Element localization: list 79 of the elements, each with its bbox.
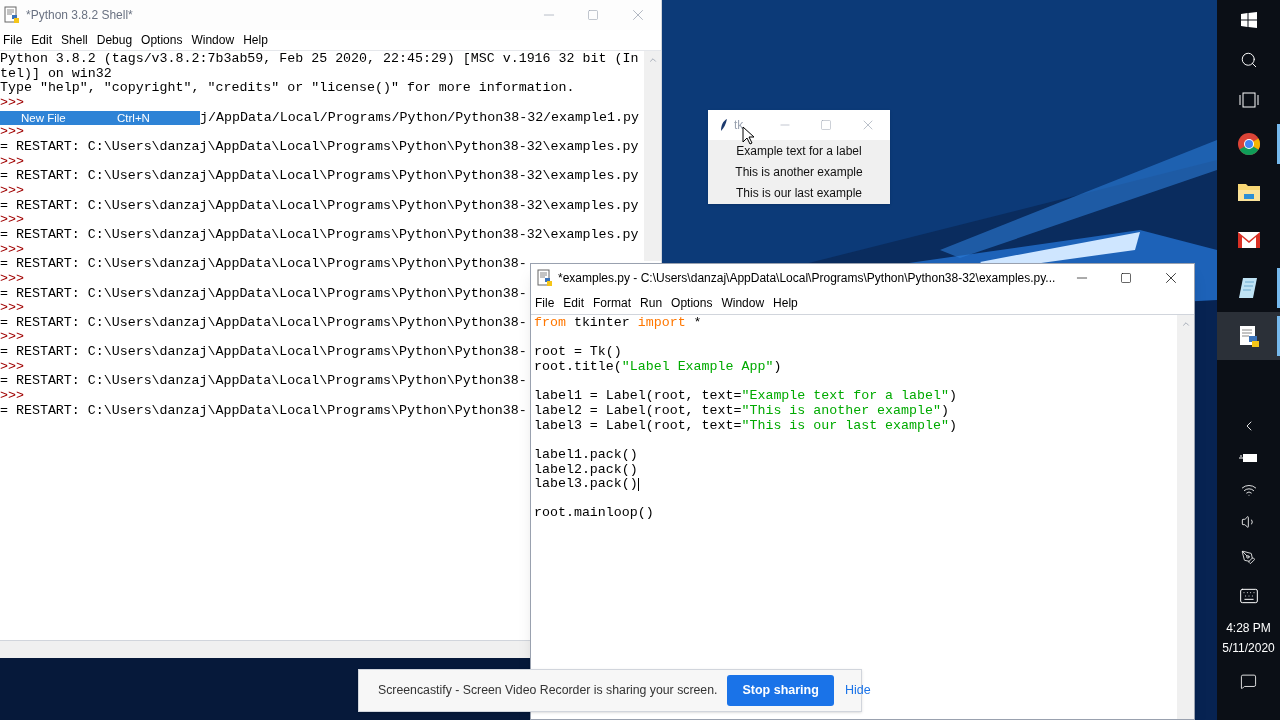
stop-sharing-button[interactable]: Stop sharing xyxy=(727,675,834,706)
output-line: = RESTART: C:\Users\danzaj\AppData\Local\Programs\Python\Python38- xyxy=(0,402,527,418)
code-line: root = Tk() xyxy=(534,345,622,360)
prompt: >>> xyxy=(0,300,24,316)
menu-item[interactable]: File xyxy=(535,294,555,312)
output-line: = RESTART: C:\Users\danzaj\AppData\Local\Programs\Python\Python38-32\examples.py xyxy=(0,168,639,184)
notification-icon[interactable] xyxy=(1240,672,1257,690)
scrollbar[interactable] xyxy=(1177,315,1194,719)
prompt: >>> xyxy=(0,153,24,169)
menu-item[interactable]: Window xyxy=(191,31,235,49)
output-line: = RESTART: C:\Users\danzaj\AppData\Local\Programs\Python\Python38-32\examples.py xyxy=(0,226,639,242)
output-line: j/AppData/Local/Programs/Python/Python38-32/example1.py xyxy=(200,110,639,126)
menu-item[interactable]: Edit xyxy=(563,294,585,312)
prompt: >>> xyxy=(0,358,24,374)
label-text: This is our last example xyxy=(735,185,862,202)
prompt: >>> xyxy=(0,94,24,110)
folder-icon[interactable] xyxy=(1236,182,1261,202)
prompt: >>> xyxy=(0,388,24,404)
window-title: *Python 3.8.2 Shell* xyxy=(26,7,133,24)
output-line: Type "help", "copyright", "credits" or "license()" for more information. xyxy=(0,80,575,96)
output-line: = RESTART: C:\Users\danzaj\AppData\Local\Programs\Python\Python38- xyxy=(0,285,527,301)
code-line: root.title("Label Example App") xyxy=(534,359,782,375)
hide-link[interactable]: Hide xyxy=(844,681,871,700)
output-line: = RESTART: C:\Users\danzaj\AppData\Local\Programs\Python\Python38- xyxy=(0,256,527,272)
keyboard-icon[interactable] xyxy=(1238,586,1259,606)
taskbar-item[interactable] xyxy=(1217,312,1280,360)
menu-item[interactable]: Help xyxy=(243,31,268,49)
code-line: label3 = Label(root, text="This is our last example") xyxy=(534,418,957,434)
code-line: from tkinter import * xyxy=(534,316,702,331)
label-text: Example text for a label xyxy=(736,143,862,160)
feather-icon xyxy=(720,118,728,132)
output-line: = RESTART: C:\Users\danzaj\AppData\Local\Programs\Python\Python38- xyxy=(0,314,527,330)
output-line: = RESTART: C:\Users\danzaj\AppData\Local\Programs\Python\Python38- xyxy=(0,373,527,389)
menu-item[interactable]: Format xyxy=(593,294,632,312)
menu-item[interactable]: Help xyxy=(773,294,798,312)
code-line: label1 = Label(root, text="Example text for a label") xyxy=(534,389,957,404)
scrollbar[interactable] xyxy=(644,51,661,261)
window-title: tk xyxy=(734,117,744,134)
search-icon[interactable] xyxy=(1239,51,1258,69)
browser-icon[interactable] xyxy=(1236,132,1261,156)
menu-item[interactable]: Options xyxy=(141,31,183,49)
prompt: >>> xyxy=(0,241,24,257)
output-line: Python 3.8.2 (tags/v3.8.2:7b3ab59, Feb 25 2020, 22:45:29) [MSC v.1916 32 bit (In xyxy=(0,51,639,66)
menu-item[interactable]: New File Ctrl+N xyxy=(0,110,200,126)
battery-icon[interactable] xyxy=(1238,453,1259,463)
output-line: = RESTART: C:\Users\danzaj\AppData\Local\Programs\Python\Python38-32\examples.py xyxy=(0,138,639,154)
code-line: label2.pack() xyxy=(534,462,638,478)
label-text: This is another example xyxy=(735,164,863,181)
windows-start-icon[interactable] xyxy=(1240,12,1257,28)
python-file-icon xyxy=(537,269,553,287)
pen-icon[interactable] xyxy=(1241,549,1256,565)
prompt: >>> xyxy=(0,182,24,198)
wifi-icon[interactable] xyxy=(1240,482,1257,498)
output-line: = RESTART: C:\Users\danzaj\AppData\Local\Programs\Python\Python38-32\examples.py xyxy=(0,197,639,213)
mail-icon[interactable] xyxy=(1236,231,1261,249)
clock-date[interactable]: 5/11/2020 xyxy=(1222,638,1275,658)
code-line: root.mainloop() xyxy=(534,506,654,522)
prompt: >>> xyxy=(0,270,24,286)
python-file-icon xyxy=(4,6,20,24)
menu-item[interactable]: Window xyxy=(721,294,765,312)
code-line: label2 = Label(root, text="This is another example") xyxy=(534,403,949,419)
maximize-icon[interactable] xyxy=(1120,272,1132,284)
prompt: >>> xyxy=(0,124,24,140)
sharing-message: Screencastify - Screen Video Recorder is sharing your screen. xyxy=(378,682,718,700)
task-view-icon[interactable] xyxy=(1238,92,1259,108)
clock-time[interactable]: 4:28 PM xyxy=(1226,618,1271,638)
output-line: tel)] on win32 xyxy=(0,65,112,81)
menu-item[interactable]: Run xyxy=(640,294,663,312)
menu-item[interactable]: Debug xyxy=(96,31,133,49)
menu-item[interactable]: Options xyxy=(671,294,713,312)
prompt: >>> xyxy=(0,329,24,345)
menu-item[interactable]: Shell xyxy=(61,31,88,49)
menu-item[interactable]: Edit xyxy=(31,31,53,49)
code-line: label1.pack() xyxy=(534,447,638,463)
window-title: *examples.py - C:\Users\danzaj\AppData\Local\Programs\Python\Python38-32\examples.py... xyxy=(558,270,1056,287)
menu-item[interactable]: File xyxy=(3,31,23,49)
output-line: = RESTART: C:\Users\danzaj\AppData\Local\Programs\Python\Python38- xyxy=(0,344,527,360)
prompt: >>> xyxy=(0,212,24,228)
code-line: label3.pack() xyxy=(534,477,638,492)
